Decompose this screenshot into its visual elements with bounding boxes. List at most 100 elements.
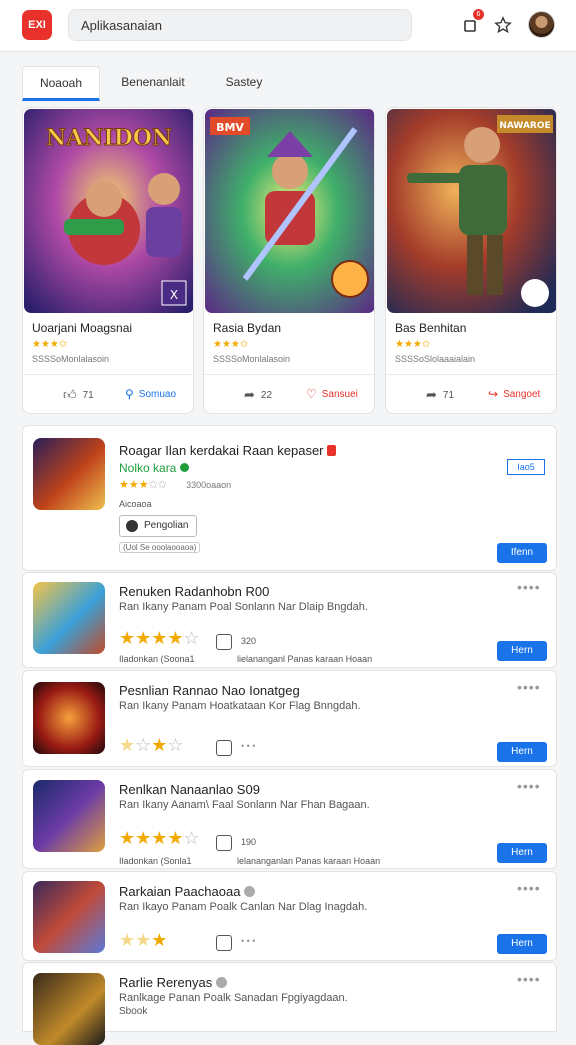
screenshot-icon: [216, 935, 232, 951]
app-logo-icon[interactable]: EXI: [22, 10, 52, 40]
alert-icon: [327, 445, 337, 456]
game-thumbnail: [33, 780, 105, 852]
more-options-icon[interactable]: ••••: [517, 778, 541, 794]
list-item-meta-secondary: lelananganlan Panas karaan Hoaan: [237, 856, 381, 866]
list-item-title: Renlkan Nanaanlao S09: [119, 782, 260, 797]
list-item-description: Ran Ikany Panam Hoatkataan Kor Flag Bnng…: [119, 700, 361, 712]
artwork-title: BMV: [216, 121, 244, 134]
verified-icon: [179, 463, 189, 472]
heart-icon: ♡: [306, 387, 317, 401]
search-icon: ⚲: [125, 387, 134, 401]
list-item-meta-secondary: lielananganl Panas karaan Hoaan: [237, 654, 373, 664]
list-item-meta: Iladonkan (Sonla1: [119, 856, 192, 866]
rating-stars: ★★★✩: [213, 339, 249, 350]
list-item[interactable]: Roagar Ilan kerdakai Raan kepaser Nolko …: [22, 425, 557, 571]
notification-icon[interactable]: 6: [458, 9, 484, 37]
link-icon: ↪: [488, 387, 499, 401]
list-item-description: Ran Ikany Aanam\ Faal Sonlann Nar Fhan B…: [119, 799, 370, 811]
list-item-title: Renuken Radanhobn R00: [119, 584, 270, 599]
more-options-icon[interactable]: ••••: [517, 679, 541, 695]
list-item-description: Ranlkage Panan Poalk Sanadan Fpgiyagdaan…: [119, 992, 348, 1004]
game-title: Rasia Bydan: [213, 321, 282, 335]
user-avatar[interactable]: [528, 11, 555, 38]
thumbs-up-icon: 👍︎: [63, 387, 77, 402]
list-item-title: Pesnlian Rannao Nao Ionatgeg: [119, 683, 300, 698]
rating-stars: ★★★✩✩ 3300oaaon: [119, 479, 232, 491]
list-item-developer: Nolko kara: [119, 461, 189, 475]
category-chip[interactable]: Pengolian: [119, 515, 198, 537]
install-button[interactable]: Hern: [497, 742, 547, 762]
list-item-description: Ran Ikayo Panam Poalk Canlan Nar Dlag In…: [119, 901, 368, 913]
more-options-icon[interactable]: ••••: [517, 971, 541, 987]
search-input[interactable]: [68, 9, 412, 41]
list-item-meta: Iladonkan (Soona1: [119, 654, 195, 664]
rating-stars: ★★★★☆: [119, 628, 200, 648]
game-artwork: BMV: [205, 109, 374, 313]
favorite-action-button[interactable]: ♡ Sansuei: [306, 387, 358, 401]
more-options-icon[interactable]: ••••: [517, 579, 541, 595]
notification-badge: 6: [473, 9, 484, 20]
screenshot-icon: [216, 740, 232, 756]
featured-card-3[interactable]: NAWAROE Bas Benhitan ★★★✩ SSSSoSlolaaaia…: [385, 107, 557, 414]
list-item[interactable]: Renlkan Nanaanlao S09 Ran Ikany Aanam\ F…: [22, 769, 557, 869]
share-icon: ➦: [426, 387, 437, 402]
game-thumbnail: [33, 973, 105, 1045]
action-label: Sangoet: [503, 388, 541, 400]
share-button[interactable]: ➦ 71: [426, 387, 454, 403]
review-count: SSSSoMonlalasoin: [213, 354, 291, 364]
share-button[interactable]: ➦ 22: [244, 387, 272, 403]
game-artwork: NAWAROE: [387, 109, 556, 313]
list-item-title: Rarlie Rerenyas: [119, 975, 227, 990]
rating-stars: ★★★✩: [395, 339, 431, 350]
list-item-description: Ran Ikany Panam Poal Sonlann Nar Dlaip B…: [119, 601, 368, 613]
favorites-icon[interactable]: [491, 13, 515, 37]
tab-benenanlait[interactable]: Benenanlait: [110, 66, 196, 101]
share-count: 71: [442, 389, 455, 401]
tab-noaoah[interactable]: Noaoah: [22, 66, 100, 101]
featured-card-1[interactable]: NANIDON X Uoarjani Moagsnai ★★★✩ SSSSoMo…: [22, 107, 194, 414]
divider: [23, 374, 193, 375]
game-title: Uoarjani Moagsnai: [32, 321, 133, 335]
size-value: 320: [241, 636, 257, 646]
artwork-title: NAWAROE: [499, 121, 550, 131]
review-count: SSSSoMonlalasoin: [32, 354, 110, 364]
game-thumbnail: [33, 682, 105, 754]
tab-sastey[interactable]: Sastey: [212, 66, 276, 101]
artwork-badge: X: [170, 288, 178, 302]
search-action-button[interactable]: ⚲ Somuao: [125, 387, 176, 401]
list-item[interactable]: Rarlie Rerenyas Ranlkage Panan Poalk San…: [22, 962, 557, 1045]
like-button[interactable]: 👍︎ 71: [63, 387, 94, 403]
info-icon: [244, 886, 256, 897]
list-item[interactable]: Pesnlian Rannao Nao Ionatgeg Ran Ikany P…: [22, 670, 557, 767]
game-title: Bas Benhitan: [395, 321, 467, 335]
install-button[interactable]: Ifenn: [497, 543, 547, 563]
install-button[interactable]: Hern: [497, 843, 547, 863]
list-item-note: (Uol Se ooolaooaoa): [119, 542, 201, 553]
rating-stars: ★★★: [119, 930, 168, 950]
game-artwork: NANIDON X: [24, 109, 193, 313]
info-icon: [215, 977, 227, 988]
action-label: Somuao: [138, 388, 177, 400]
like-count: 71: [82, 389, 94, 401]
review-count: SSSSoSlolaaaialain: [395, 354, 476, 364]
tab-bar: Noaoah Benenanlait Sastey: [22, 66, 556, 101]
share-count: 22: [260, 389, 273, 401]
rating-stars: ★☆★☆: [119, 735, 184, 755]
install-button[interactable]: Hern: [497, 641, 547, 661]
divider: [204, 374, 374, 375]
size-value: 190: [241, 837, 257, 847]
list-item-extra: Sbook: [119, 1006, 148, 1017]
list-item[interactable]: Rarkaian Paachaoaa Ran Ikayo Panam Poalk…: [22, 871, 557, 961]
support-action-button[interactable]: ↪ Sangoet: [488, 387, 540, 401]
game-thumbnail: [33, 881, 105, 953]
divider: [386, 374, 556, 375]
artwork-title: NANIDON: [46, 125, 172, 151]
rating-stars: ★★★★☆: [119, 828, 200, 848]
install-button[interactable]: Hern: [497, 934, 547, 954]
featured-card-2[interactable]: BMV Rasia Bydan ★★★✩ SSSSoMonlalasoin ➦ …: [203, 107, 375, 414]
more-options-icon[interactable]: ••••: [517, 880, 541, 896]
share-icon: ➦: [244, 387, 255, 402]
list-item[interactable]: Renuken Radanhobn R00 Ran Ikany Panam Po…: [22, 572, 557, 668]
list-item-title: Roagar Ilan kerdakai Raan kepaser: [119, 443, 337, 458]
game-thumbnail: [33, 438, 105, 510]
